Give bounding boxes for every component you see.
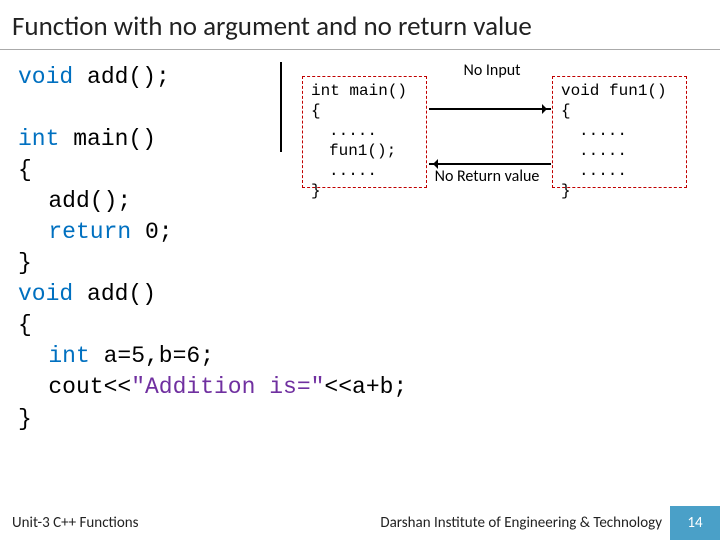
caller-sig: int main(): [311, 81, 418, 101]
ellipsis: .....: [311, 121, 418, 141]
caller-box: int main() { ..... fun1(); ..... }: [302, 76, 427, 188]
brace-close: }: [311, 181, 418, 201]
ellipsis: .....: [561, 121, 678, 141]
keyword-return: return: [48, 219, 131, 245]
slide-body: void add(); int main() { add(); return 0…: [0, 50, 720, 490]
no-return-label: No Return value: [432, 168, 542, 186]
callee-sig: void fun1(): [561, 81, 678, 101]
call-line: fun1();: [311, 141, 418, 161]
brace-close: }: [18, 250, 32, 276]
arrow-left-icon: [429, 163, 551, 165]
footer-unit: Unit-3 C++ Functions: [0, 514, 240, 532]
callee-box: void fun1() { ..... ..... ..... }: [552, 76, 687, 188]
code-text: add(): [73, 281, 156, 307]
ellipsis: .....: [311, 161, 418, 181]
slide-title: Function with no argument and no return …: [0, 0, 720, 50]
brace-close: }: [18, 406, 32, 432]
slide-footer: Unit-3 C++ Functions Darshan Institute o…: [0, 506, 720, 540]
code-text: 0;: [131, 219, 172, 245]
keyword-void: void: [18, 281, 73, 307]
call-flow-diagram: int main() { ..... fun1(); ..... } void …: [302, 68, 702, 228]
ellipsis: .....: [561, 161, 678, 181]
keyword-int: int: [18, 126, 59, 152]
vertical-divider: [280, 62, 282, 152]
keyword-int: int: [48, 343, 89, 369]
brace-close: }: [561, 181, 678, 201]
brace-open: {: [561, 101, 678, 121]
string-literal: "Addition is=": [131, 374, 324, 400]
brace-open: {: [18, 157, 32, 183]
arrow-right-icon: [429, 108, 551, 110]
code-text: add();: [48, 188, 131, 214]
code-text: add();: [73, 64, 170, 90]
no-input-label: No Input: [442, 62, 542, 80]
ellipsis: .....: [561, 141, 678, 161]
code-text: <<a+b;: [324, 374, 407, 400]
keyword-void: void: [18, 64, 73, 90]
brace-open: {: [311, 101, 418, 121]
code-text: main(): [59, 126, 156, 152]
brace-open: {: [18, 312, 32, 338]
footer-institute: Darshan Institute of Engineering & Techn…: [240, 514, 670, 532]
footer-page-number: 14: [670, 506, 720, 540]
code-text: a=5,b=6;: [90, 343, 214, 369]
code-text: cout<<: [48, 374, 131, 400]
